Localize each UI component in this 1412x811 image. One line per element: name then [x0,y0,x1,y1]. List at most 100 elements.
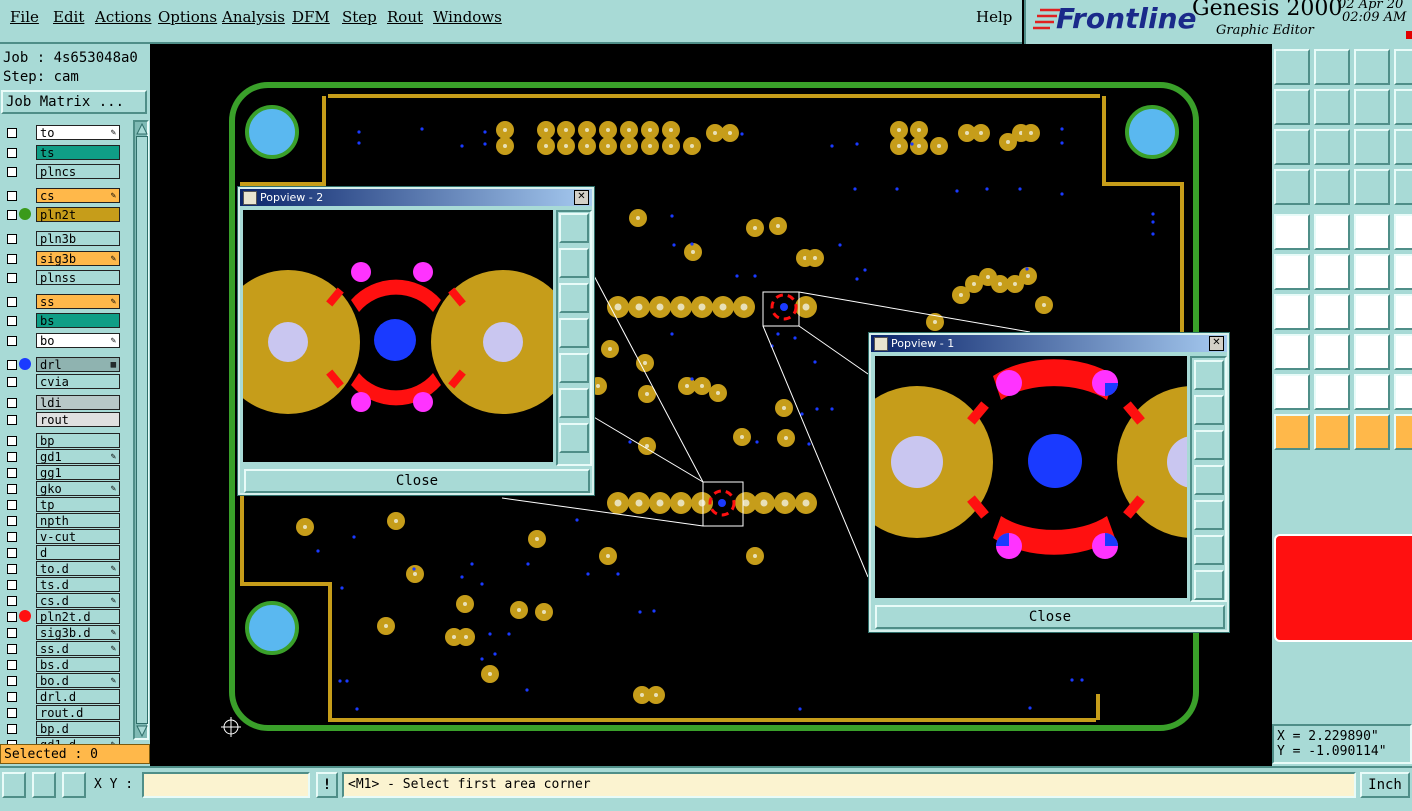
pan-right-icon[interactable] [559,353,589,383]
previous-view-icon[interactable] [1274,89,1310,125]
layer-checkbox[interactable] [7,643,17,654]
units-button[interactable]: Inch [1360,772,1410,798]
layer-name[interactable]: pln3b [36,231,120,246]
layer-checkbox[interactable] [7,451,17,462]
more-icon[interactable] [1394,294,1412,330]
layer-checkbox[interactable] [7,397,17,408]
layer-row-pln2t[interactable]: pln2t [4,207,120,223]
close-icon[interactable]: ✕ [574,190,589,205]
zoom-out-icon[interactable] [559,423,589,453]
layer-checkbox[interactable] [7,531,17,542]
layer-checkbox[interactable] [7,499,17,510]
slope-icon[interactable] [1274,374,1310,410]
layer-row-ts-d[interactable]: ts.d [4,576,120,592]
layer-row-ss[interactable]: ss ✎ [4,293,120,309]
layer-checkbox[interactable] [7,467,17,478]
layer-name[interactable]: v-cut [36,528,120,544]
layer-checkbox[interactable] [7,336,17,346]
more-icon[interactable] [1394,254,1412,290]
layer-name[interactable]: bp.d [36,720,120,736]
layer-row-plncs[interactable]: plncs [4,164,120,180]
layer-row-rout[interactable]: rout [4,411,120,427]
pan-right-icon[interactable] [1194,500,1224,530]
menu-file[interactable]: File [10,8,39,26]
alert-button[interactable]: ! [316,772,338,798]
layer-row-tp[interactable]: tp [4,496,120,512]
select-circle-icon[interactable] [1354,414,1390,450]
layer-checkbox[interactable] [7,675,17,686]
layer-row-sig3b[interactable]: sig3b ✎ [4,250,120,266]
layer-row-bo[interactable]: bo ✎ [4,333,120,348]
layer-name[interactable]: drl ▦ [36,356,120,372]
layer-name[interactable]: bo.d ✎ [36,672,120,688]
zoom-in-icon[interactable] [559,388,589,418]
layer-name[interactable]: gd1 ✎ [36,448,120,464]
layer-checkbox[interactable] [7,515,17,526]
scale-1-2-icon[interactable] [1354,129,1390,165]
layer-row-d[interactable]: d [4,544,120,560]
zoom-fit-icon[interactable] [1274,129,1310,165]
layer-row-bp-d[interactable]: bp.d [4,720,120,736]
layer-down-icon[interactable] [1314,49,1350,85]
more-icon[interactable] [1394,49,1412,85]
layer-checkbox[interactable] [7,234,17,244]
layer-checkbox[interactable] [7,483,17,494]
zoom-center-icon[interactable] [1314,129,1350,165]
layer-checkbox[interactable] [7,595,17,606]
layer-checkbox[interactable] [7,296,17,307]
layer-checkbox[interactable] [7,316,17,327]
layer-row-gko[interactable]: gko ✎ [4,480,120,496]
layer-checkbox[interactable] [7,723,17,734]
layer-checkbox[interactable] [7,167,17,178]
layer-row-drl[interactable]: drl ▦ [4,356,120,372]
layer-name[interactable]: rout.d [36,704,120,720]
menu-edit[interactable]: Edit [53,8,84,26]
scroll-down-icon[interactable] [136,725,148,737]
layer-row-bs[interactable]: bs [4,313,120,329]
layer-checkbox[interactable] [7,627,17,638]
measure-icon[interactable] [1274,169,1310,205]
layer-name[interactable]: to ✎ [36,125,120,140]
layer-name[interactable]: tp [36,496,120,512]
scroll-up-icon[interactable] [136,123,148,135]
line-icon[interactable] [1274,294,1310,330]
layer-name[interactable]: rout [36,411,120,427]
menu-windows[interactable]: Windows [433,8,502,26]
layer-row-npth[interactable]: npth [4,512,120,528]
layer-row-ts[interactable]: ts [4,144,120,160]
layer-row-drl-d[interactable]: drl.d [4,688,120,704]
menu-rout[interactable]: Rout [387,8,423,26]
layer-name[interactable]: sig3b ✎ [36,250,120,266]
snap-icon[interactable] [2,772,26,798]
layer-row-rout-d[interactable]: rout.d [4,704,120,720]
pan-up-icon[interactable] [559,248,589,278]
layer-name[interactable]: gko ✎ [36,480,120,496]
layer-name[interactable]: plnss [36,270,120,286]
feature-select-icon[interactable] [1274,214,1310,250]
grid-icon[interactable] [1314,169,1350,205]
traffic-light-icon[interactable] [1354,169,1390,205]
cut-icon[interactable] [1314,334,1350,370]
layer-row-gg1[interactable]: gg1 [4,464,120,480]
pan-up-icon[interactable] [1194,395,1224,425]
popview-1-titlebar[interactable]: Popview - 1 ✕ [871,335,1227,352]
layer-checkbox[interactable] [7,359,17,370]
layer-checkbox[interactable] [7,563,17,574]
layer-name[interactable]: bo ✎ [36,333,120,348]
layer-checkbox[interactable] [7,611,17,622]
layer-name[interactable]: bs.d [36,656,120,672]
layer-row-bo-d[interactable]: bo.d ✎ [4,672,120,688]
window-menu-icon[interactable] [243,191,257,205]
close-icon[interactable]: ✕ [1209,336,1224,351]
menu-analysis[interactable]: Analysis [222,8,285,26]
layer-name[interactable]: ts.d [36,576,120,592]
more-icon[interactable] [1394,169,1412,205]
more-icon[interactable] [1394,214,1412,250]
layer-checkbox[interactable] [7,435,17,446]
layer-up-icon[interactable] [1274,49,1310,85]
layer-name[interactable]: npth [36,512,120,528]
move-icon[interactable] [1354,254,1390,290]
layer-checkbox[interactable] [7,147,17,158]
next-view-icon[interactable] [1314,89,1350,125]
layer-checkbox[interactable] [7,253,17,264]
